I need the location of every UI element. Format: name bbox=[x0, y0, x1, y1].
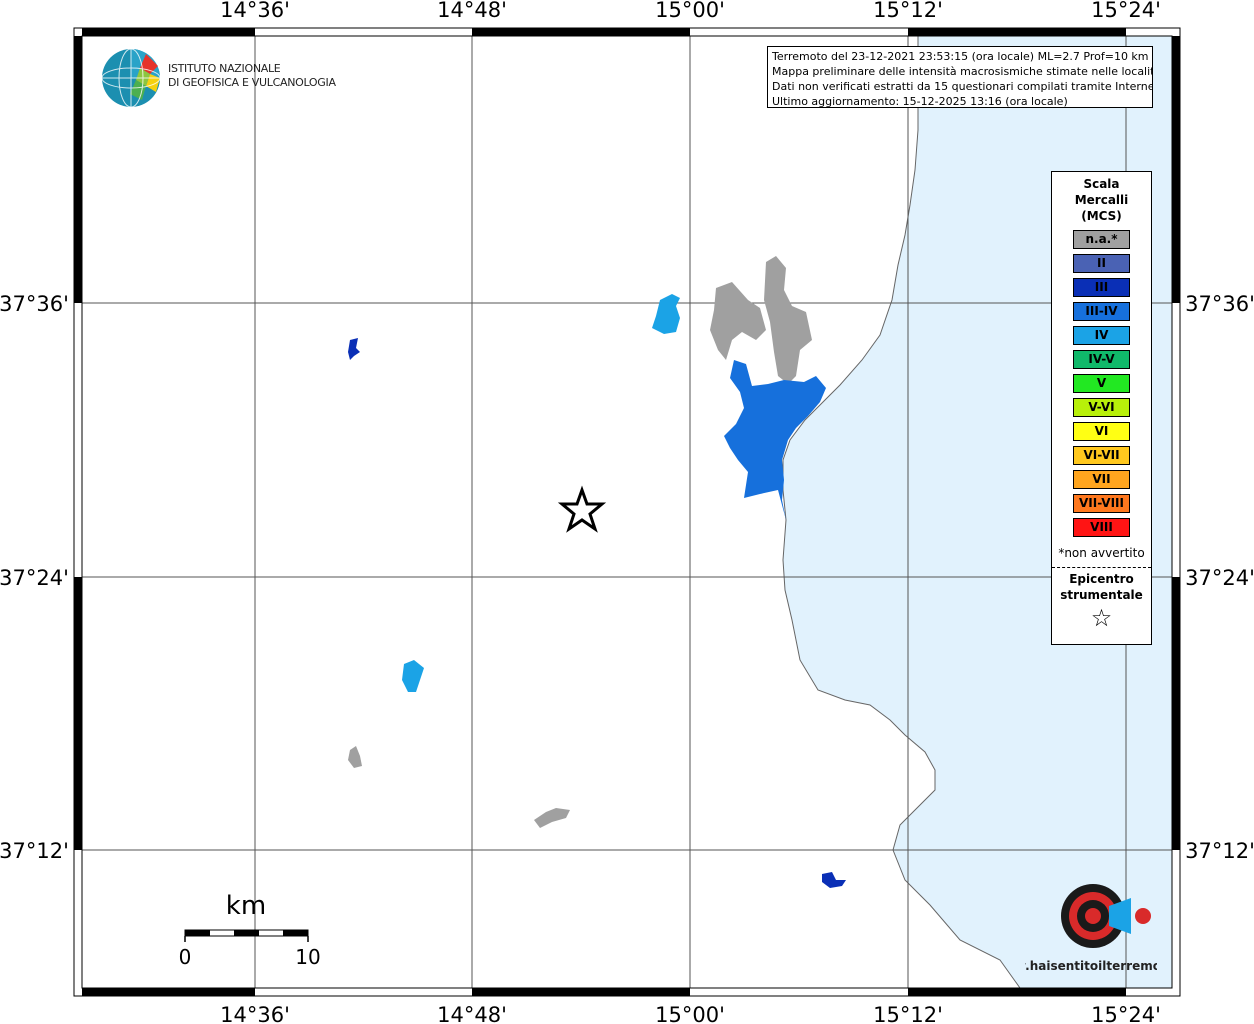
ingv-name-line2: DI GEOFISICA E VULCANOLOGIA bbox=[168, 76, 336, 89]
legend-swatch: II bbox=[1073, 254, 1130, 273]
legend-swatch: VI-VII bbox=[1073, 446, 1130, 465]
legend-swatch: V-VI bbox=[1073, 398, 1130, 417]
legend-swatch: n.a.* bbox=[1073, 230, 1130, 249]
longitude-labels-bottom: 14°36' 14°48' 15°00' 15°12' 15°24' bbox=[220, 1003, 1161, 1024]
lon-label-bottom: 14°48' bbox=[437, 1003, 507, 1024]
lon-label-top: 15°12' bbox=[873, 0, 943, 22]
lat-label-right: 37°12' bbox=[1185, 839, 1254, 863]
legend-swatch: III bbox=[1073, 278, 1130, 297]
event-info-line: Mappa preliminare delle intensità macros… bbox=[772, 65, 1153, 78]
legend-swatch: VII bbox=[1073, 470, 1130, 489]
lat-label-left: 37°36' bbox=[0, 292, 69, 316]
ingv-name-line1: ISTITUTO NAZIONALE bbox=[168, 62, 281, 75]
legend-swatch: IV bbox=[1073, 326, 1130, 345]
longitude-labels-top: 14°36' 14°48' 15°00' 15°12' 15°24' bbox=[220, 0, 1161, 22]
lon-label-bottom: 14°36' bbox=[220, 1003, 290, 1024]
lon-label-bottom: 15°12' bbox=[873, 1003, 943, 1024]
lon-label-bottom: 15°24' bbox=[1091, 1003, 1161, 1024]
mcs-legend: Scala Mercalli (MCS) n.a.* II III III-IV IV I… bbox=[1051, 171, 1152, 645]
lon-label-top: 14°36' bbox=[220, 0, 290, 22]
lat-label-right: 37°24' bbox=[1185, 566, 1254, 590]
event-info-line: Terremoto del 23-12-2021 23:53:15 (ora l… bbox=[772, 50, 1149, 63]
latitude-labels-right: 37°36' 37°24' 37°12' bbox=[1185, 292, 1254, 863]
scale-unit: km bbox=[226, 891, 266, 921]
legend-epicenter-label: Epicentro strumentale bbox=[1060, 572, 1143, 602]
lon-label-top: 15°00' bbox=[655, 0, 725, 22]
lon-label-bottom: 15°00' bbox=[655, 1003, 725, 1024]
legend-swatch: V bbox=[1073, 374, 1130, 393]
ingv-globe-icon bbox=[101, 48, 161, 108]
legend-title: Scala Mercalli (MCS) bbox=[1074, 177, 1129, 223]
lat-label-left: 37°12' bbox=[0, 839, 69, 863]
event-info-line: Ultimo aggiornamento: 15-12-2025 13:16 (… bbox=[772, 95, 1068, 108]
legend-swatch: III-IV bbox=[1073, 302, 1130, 321]
event-info-box: Terremoto del 23-12-2021 23:53:15 (ora l… bbox=[767, 46, 1153, 108]
legend-note: *non avvertito bbox=[1058, 546, 1145, 560]
lat-label-right: 37°36' bbox=[1185, 292, 1254, 316]
legend-items: n.a.* II III III-IV IV IV-V V V-VI VI VI-VII VII VI… bbox=[1052, 230, 1151, 537]
star-icon: ☆ bbox=[1090, 604, 1113, 632]
ingv-logo bbox=[100, 46, 164, 114]
legend-swatch: VIII bbox=[1073, 518, 1130, 537]
legend-swatch: IV-V bbox=[1073, 350, 1130, 369]
lon-label-top: 14°48' bbox=[437, 0, 507, 22]
scale-min: 0 bbox=[179, 945, 192, 969]
ingv-name: ISTITUTO NAZIONALE DI GEOFISICA E VULCAN… bbox=[168, 62, 336, 90]
lon-label-top: 15°24' bbox=[1091, 0, 1161, 22]
latitude-labels-left: 37°36' 37°24' 37°12' bbox=[0, 292, 69, 863]
scale-max: 10 bbox=[295, 945, 320, 969]
legend-swatch: VII-VIII bbox=[1073, 494, 1130, 513]
legend-divider bbox=[1052, 567, 1151, 568]
lat-label-left: 37°24' bbox=[0, 566, 69, 590]
event-info-line: Dati non verificati estratti da 15 quest… bbox=[772, 80, 1153, 93]
legend-swatch: VI bbox=[1073, 422, 1130, 441]
haisentito-text: www.haisentitoilterremoto.it bbox=[1025, 959, 1157, 973]
haisentito-logo: www.haisentitoilterremoto.it bbox=[993, 858, 1190, 978]
